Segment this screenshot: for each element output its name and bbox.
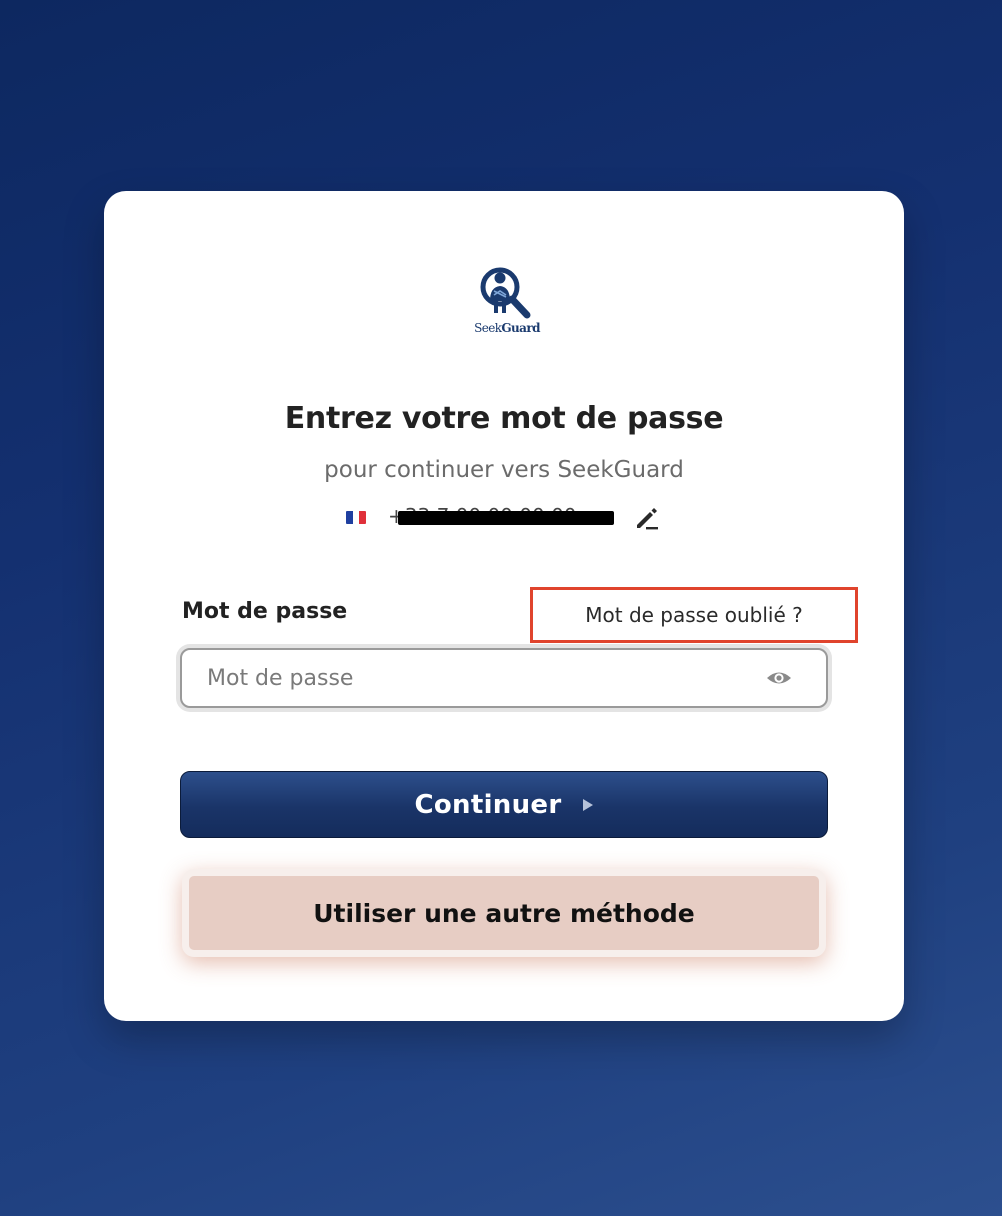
continue-button-label: Continuer — [414, 789, 562, 820]
logo-wordmark-guard: Guard — [501, 321, 540, 335]
login-card: SeekGuard Entrez votre mot de passe pour… — [104, 191, 904, 1021]
password-field — [180, 648, 828, 708]
continue-button[interactable]: Continuer — [180, 771, 828, 838]
eye-icon[interactable] — [766, 666, 792, 690]
account-identifier: +33 7 00 00 00 00 — [346, 503, 666, 533]
forgot-password-link[interactable]: Mot de passe oublié ? — [530, 587, 858, 643]
alternate-method-button[interactable]: Utiliser une autre méthode — [182, 869, 826, 957]
play-arrow-icon — [583, 798, 594, 811]
france-flag-icon — [346, 511, 366, 524]
alternate-method-label: Utiliser une autre méthode — [313, 898, 695, 928]
seekguard-logo: SeekGuard — [472, 263, 542, 343]
logo-wordmark: SeekGuard — [472, 321, 542, 335]
edit-icon[interactable] — [632, 503, 662, 533]
logo-wordmark-seek: Seek — [474, 321, 502, 335]
redaction-bar — [398, 511, 614, 525]
password-input[interactable] — [182, 650, 752, 706]
page-title: Entrez votre mot de passe — [284, 401, 724, 436]
magnifier-person-icon — [480, 267, 531, 319]
password-label: Mot de passe — [182, 599, 348, 624]
page-subtitle: pour continuer vers SeekGuard — [324, 457, 684, 483]
